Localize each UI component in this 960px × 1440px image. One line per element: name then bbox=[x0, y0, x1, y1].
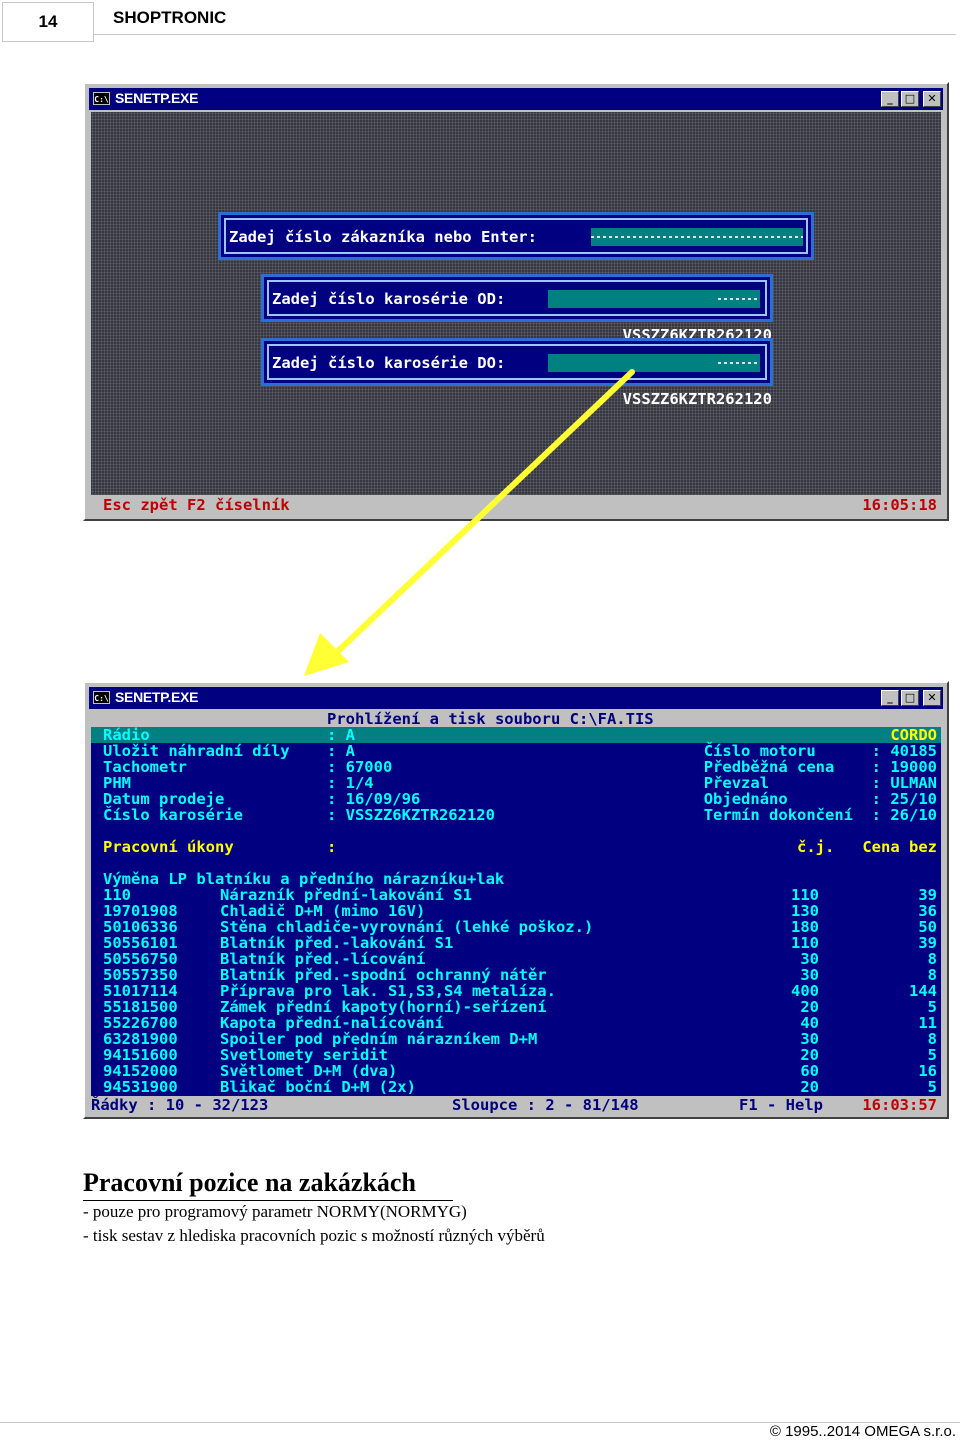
operations-header-right: č.j. Cena bez bbox=[797, 838, 937, 856]
window-titlebar[interactable]: C:\ SENETP.EXE _ □ ✕ bbox=[89, 687, 943, 709]
item-code: 110 bbox=[103, 886, 131, 904]
item-desc: Blatník před.-lakování S1 bbox=[220, 934, 454, 952]
item-cj: 40 bbox=[800, 1014, 819, 1032]
item-desc: Svetlomety seridit bbox=[220, 1046, 388, 1064]
item-code: 19701908 bbox=[103, 902, 178, 920]
item-cj: 20 bbox=[800, 1078, 819, 1096]
info-row: PHM : 1/4 bbox=[103, 774, 374, 792]
item-code: 50556750 bbox=[103, 950, 178, 968]
item-price: 5 bbox=[927, 1046, 937, 1064]
item-price: 36 bbox=[918, 902, 937, 920]
footer-copyright: © 1995..2014 OMEGA s.r.o. bbox=[769, 1423, 956, 1440]
item-cj: 180 bbox=[791, 918, 819, 936]
item-price: 8 bbox=[927, 966, 937, 984]
status-cols: Sloupce : 2 - 81/148 bbox=[452, 1096, 639, 1113]
item-price: 5 bbox=[927, 1078, 937, 1096]
item-cj: 110 bbox=[791, 934, 819, 952]
item-code: 94152000 bbox=[103, 1062, 178, 1080]
item-cj: 30 bbox=[800, 1030, 819, 1048]
item-desc: Příprava pro lak. S1,S3,S4 metalíza. bbox=[220, 982, 556, 1000]
item-code: 50557350 bbox=[103, 966, 178, 984]
item-price: 39 bbox=[918, 886, 937, 904]
item-code: 94531900 bbox=[103, 1078, 178, 1096]
item-price: 50 bbox=[918, 918, 937, 936]
item-cj: 110 bbox=[791, 886, 819, 904]
info-row-right: Termín dokončení : 26/10 bbox=[703, 806, 937, 824]
item-desc: Spoiler pod předním nárazníkem D+M bbox=[220, 1030, 538, 1048]
maximize-button[interactable]: □ bbox=[901, 690, 919, 706]
minimize-button[interactable]: _ bbox=[881, 690, 899, 706]
info-row: Tachometr : 67000 bbox=[103, 758, 393, 776]
item-desc: Blikač boční D+M (2x) bbox=[220, 1078, 416, 1096]
caption-underline bbox=[83, 1200, 453, 1201]
item-desc: Blatník před.-lícování bbox=[220, 950, 426, 968]
status-bar: Řádky : 10 - 32/123 Sloupce : 2 - 81/148… bbox=[91, 1096, 941, 1113]
item-cj: 400 bbox=[791, 982, 819, 1000]
item-code: 55181500 bbox=[103, 998, 178, 1016]
caption-line: - tisk sestav z hlediska pracovních pozi… bbox=[83, 1226, 545, 1245]
item-code: 94151600 bbox=[103, 1046, 178, 1064]
info-row-right: Převzal : ULMAN bbox=[703, 774, 937, 792]
item-cj: 20 bbox=[800, 1046, 819, 1064]
item-price: 144 bbox=[909, 982, 937, 1000]
radio-row: Rádio : A bbox=[103, 726, 355, 744]
item-desc: Zámek přední kapoty(horní)-seřízení bbox=[220, 998, 547, 1016]
item-price: 16 bbox=[918, 1062, 937, 1080]
item-code: 50106336 bbox=[103, 918, 178, 936]
close-button[interactable]: ✕ bbox=[923, 690, 941, 706]
item-desc: Světlomet D+M (dva) bbox=[220, 1062, 398, 1080]
item-price: 8 bbox=[927, 1030, 937, 1048]
item-code: 55226700 bbox=[103, 1014, 178, 1032]
item-code: 50556101 bbox=[103, 934, 178, 952]
info-row-right: Předběžná cena : 19000 bbox=[703, 758, 937, 776]
console-screen: Prohlížení a tisk souboru C:\FA.TIS Rádi… bbox=[91, 711, 941, 1113]
item-cj: 130 bbox=[791, 902, 819, 920]
section-title: Výměna LP blatníku a předního nárazníku+… bbox=[103, 870, 505, 888]
info-row-right: Číslo motoru : 40185 bbox=[703, 742, 937, 760]
operations-header: Pracovní úkony : bbox=[103, 838, 337, 856]
console-window-report: C:\ SENETP.EXE _ □ ✕ Prohlížení a tisk s… bbox=[83, 681, 949, 1119]
info-row-right: Objednáno : 25/10 bbox=[703, 790, 937, 808]
item-price: 39 bbox=[918, 934, 937, 952]
item-code: 63281900 bbox=[103, 1030, 178, 1048]
item-cj: 60 bbox=[800, 1062, 819, 1080]
item-price: 11 bbox=[918, 1014, 937, 1032]
status-help[interactable]: F1 - Help bbox=[739, 1097, 823, 1113]
caption-line: - pouze pro programový parametr NORMY(NO… bbox=[83, 1202, 467, 1221]
status-time: 16:03:57 bbox=[862, 1096, 937, 1113]
cordo-value: CORDO bbox=[890, 726, 937, 744]
status-rows: Řádky : 10 - 32/123 bbox=[91, 1096, 269, 1113]
console-icon[interactable]: C:\ bbox=[93, 691, 110, 704]
window-title: SENETP.EXE bbox=[115, 689, 199, 705]
caption-heading: Pracovní pozice na zakázkách bbox=[83, 1168, 416, 1197]
item-desc: Kapota přední-nalícování bbox=[220, 1014, 444, 1032]
item-desc: Chladič D+M (mimo 16V) bbox=[220, 902, 426, 920]
info-row: Uložit náhradní díly : A bbox=[103, 742, 355, 760]
item-desc: Nárazník přední-lakování S1 bbox=[220, 886, 472, 904]
item-cj: 30 bbox=[800, 950, 819, 968]
info-row: Číslo karosérie : VSSZZ6KZTR262120 bbox=[103, 806, 495, 824]
item-price: 5 bbox=[927, 998, 937, 1016]
item-desc: Stěna chladiče-vyrovnání (lehké poškoz.) bbox=[220, 918, 594, 936]
item-cj: 20 bbox=[800, 998, 819, 1016]
item-code: 51017114 bbox=[103, 982, 178, 1000]
report-header: Prohlížení a tisk souboru C:\FA.TIS bbox=[327, 711, 654, 728]
item-desc: Blatník před.-spodní ochranný nátěr bbox=[220, 966, 547, 984]
info-row: Datum prodeje : 16/09/96 bbox=[103, 790, 421, 808]
report-header-bar: Prohlížení a tisk souboru C:\FA.TIS bbox=[91, 711, 941, 727]
item-price: 8 bbox=[927, 950, 937, 968]
item-cj: 30 bbox=[800, 966, 819, 984]
